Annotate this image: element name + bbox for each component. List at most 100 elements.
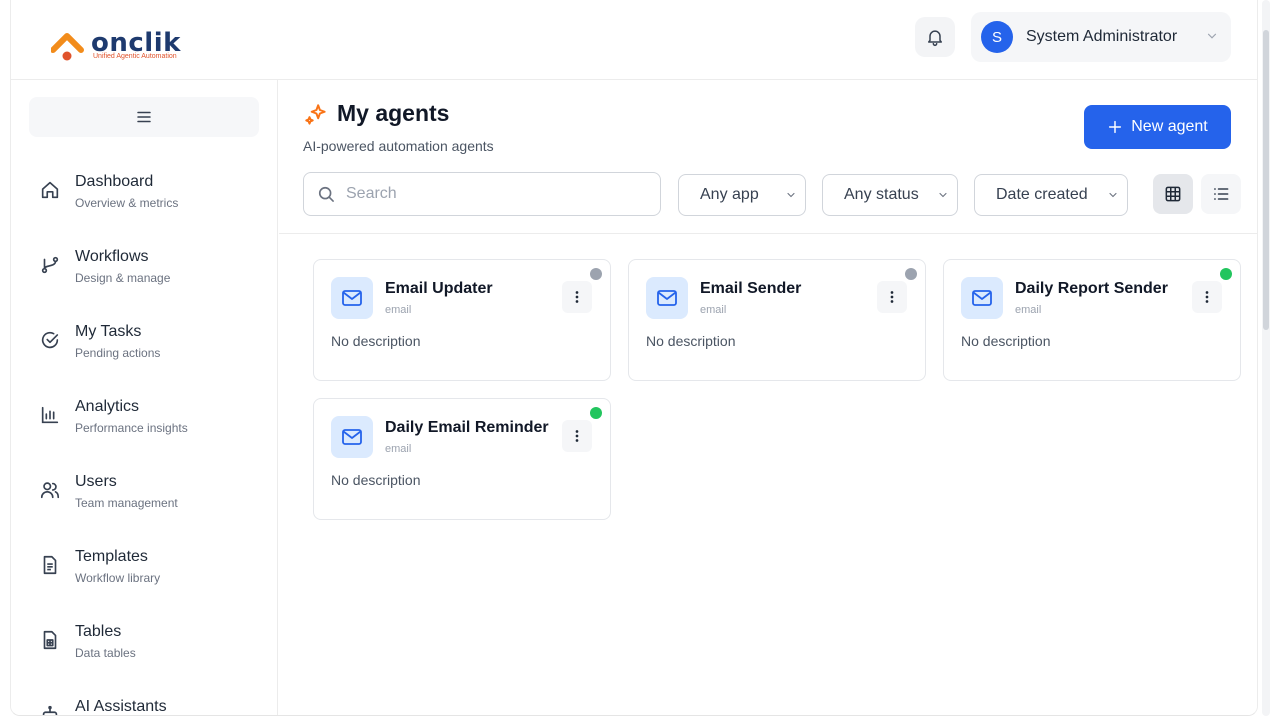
search-field[interactable] xyxy=(303,172,661,216)
sidebar-item-workflows[interactable]: Workflows Design & manage xyxy=(35,240,265,290)
agent-description: No description xyxy=(331,333,421,349)
status-indicator xyxy=(590,268,602,280)
user-menu-button[interactable]: S System Administrator xyxy=(971,12,1231,62)
main-content: My agents AI-powered automation agents N… xyxy=(279,80,1257,715)
check-circle-icon xyxy=(41,331,59,349)
agent-menu-button[interactable] xyxy=(1192,281,1222,313)
logo-mark-icon xyxy=(51,33,84,61)
more-vertical-icon xyxy=(1205,291,1209,303)
document-icon xyxy=(43,555,57,575)
agent-card-email-sender[interactable]: Email Sender email No description xyxy=(628,259,926,381)
sidebar-item-ai-assistants[interactable]: AI Assistants xyxy=(35,690,265,715)
page-scrollbar[interactable] xyxy=(1262,0,1270,716)
brand-logo[interactable]: onclik Unified Agentic Automation xyxy=(51,26,211,66)
agent-type-icon-wrap xyxy=(331,416,373,458)
app-filter-select[interactable]: Any app xyxy=(678,174,806,216)
brand-tagline: Unified Agentic Automation xyxy=(93,53,177,60)
more-vertical-icon xyxy=(575,291,579,303)
avatar: S xyxy=(981,21,1013,53)
sidebar-item-sublabel: Design & manage xyxy=(75,271,171,285)
agent-card-daily-email-reminder[interactable]: Daily Email Reminder email No descriptio… xyxy=(313,398,611,520)
agent-name: Daily Email Reminder xyxy=(385,419,549,436)
chevron-down-icon xyxy=(787,192,795,198)
agent-type-icon-wrap xyxy=(646,277,688,319)
sidebar-item-sublabel: Data tables xyxy=(75,646,136,660)
agent-menu-button[interactable] xyxy=(877,281,907,313)
agent-description: No description xyxy=(646,333,736,349)
grid-icon xyxy=(1165,186,1181,202)
sidebar-item-sublabel: Performance insights xyxy=(75,421,188,435)
hamburger-icon xyxy=(137,111,151,123)
home-icon xyxy=(41,181,59,199)
sidebar-item-tables[interactable]: Tables Data tables xyxy=(35,615,265,665)
sparkles-icon xyxy=(305,104,326,125)
agent-type: email xyxy=(385,443,412,455)
table-file-icon xyxy=(43,630,57,650)
sort-value: Date created xyxy=(996,186,1088,203)
bar-chart-icon xyxy=(41,406,59,424)
sidebar: Dashboard Overview & metrics Workflows D… xyxy=(11,80,278,715)
agent-type: email xyxy=(1015,304,1042,316)
branch-icon xyxy=(41,256,59,274)
agent-type-icon-wrap xyxy=(961,277,1003,319)
sidebar-item-analytics[interactable]: Analytics Performance insights xyxy=(35,390,265,440)
agent-menu-button[interactable] xyxy=(562,281,592,313)
chevron-down-icon xyxy=(1207,33,1217,39)
sidebar-toggle-button[interactable] xyxy=(29,97,259,137)
sidebar-item-label: AI Assistants xyxy=(75,698,167,715)
agent-name: Email Sender xyxy=(700,280,802,297)
search-input[interactable] xyxy=(346,185,636,203)
agent-name: Email Updater xyxy=(385,280,493,297)
sidebar-item-label: Templates xyxy=(75,548,148,565)
chevron-down-icon xyxy=(1109,192,1117,198)
list-icon xyxy=(1214,188,1229,200)
grid-view-button[interactable] xyxy=(1153,174,1193,214)
more-vertical-icon xyxy=(890,291,894,303)
sidebar-item-label: Workflows xyxy=(75,248,149,265)
sidebar-item-sublabel: Pending actions xyxy=(75,346,161,360)
sidebar-item-sublabel: Team management xyxy=(75,496,178,510)
sidebar-item-users[interactable]: Users Team management xyxy=(35,465,265,515)
sidebar-item-dashboard[interactable]: Dashboard Overview & metrics xyxy=(35,165,265,215)
sort-select[interactable]: Date created xyxy=(974,174,1128,216)
new-agent-label: New agent xyxy=(1131,118,1208,135)
agent-type-icon-wrap xyxy=(331,277,373,319)
sidebar-item-sublabel: Overview & metrics xyxy=(75,196,179,210)
users-icon xyxy=(40,482,60,499)
sidebar-item-label: Users xyxy=(75,473,117,490)
mail-icon xyxy=(972,290,992,306)
scrollbar-thumb[interactable] xyxy=(1263,30,1269,330)
agent-description: No description xyxy=(961,333,1051,349)
plus-icon xyxy=(1109,120,1122,134)
status-filter-select[interactable]: Any status xyxy=(822,174,958,216)
chevron-down-icon xyxy=(939,192,947,198)
new-agent-button[interactable]: New agent xyxy=(1084,105,1231,149)
mail-icon xyxy=(342,429,362,445)
sidebar-item-sublabel: Workflow library xyxy=(75,571,161,585)
sidebar-item-label: Dashboard xyxy=(75,173,154,190)
sidebar-item-templates[interactable]: Templates Workflow library xyxy=(35,540,265,590)
robot-icon xyxy=(42,705,58,715)
sidebar-item-label: Analytics xyxy=(75,398,140,415)
page-title: My agents xyxy=(337,100,450,126)
toolbar-divider xyxy=(279,233,1257,234)
app-filter-value: Any app xyxy=(700,186,759,203)
status-indicator xyxy=(1220,268,1232,280)
agent-menu-button[interactable] xyxy=(562,420,592,452)
status-filter-value: Any status xyxy=(844,186,919,203)
mail-icon xyxy=(657,290,677,306)
bell-icon xyxy=(928,30,942,47)
user-name: System Administrator xyxy=(1026,28,1178,45)
app-window: onclik Unified Agentic Automation S Syst… xyxy=(10,0,1258,716)
agent-card-email-updater[interactable]: Email Updater email No description xyxy=(313,259,611,381)
status-indicator xyxy=(590,407,602,419)
list-view-button[interactable] xyxy=(1201,174,1241,214)
notifications-button[interactable] xyxy=(915,17,955,57)
agent-card-daily-report-sender[interactable]: Daily Report Sender email No description xyxy=(943,259,1241,381)
more-vertical-icon xyxy=(575,430,579,442)
status-indicator xyxy=(905,268,917,280)
sidebar-item-label: My Tasks xyxy=(75,323,142,340)
top-bar: onclik Unified Agentic Automation S Syst… xyxy=(11,0,1257,80)
sidebar-item-my-tasks[interactable]: My Tasks Pending actions xyxy=(35,315,265,365)
agent-description: No description xyxy=(331,472,421,488)
